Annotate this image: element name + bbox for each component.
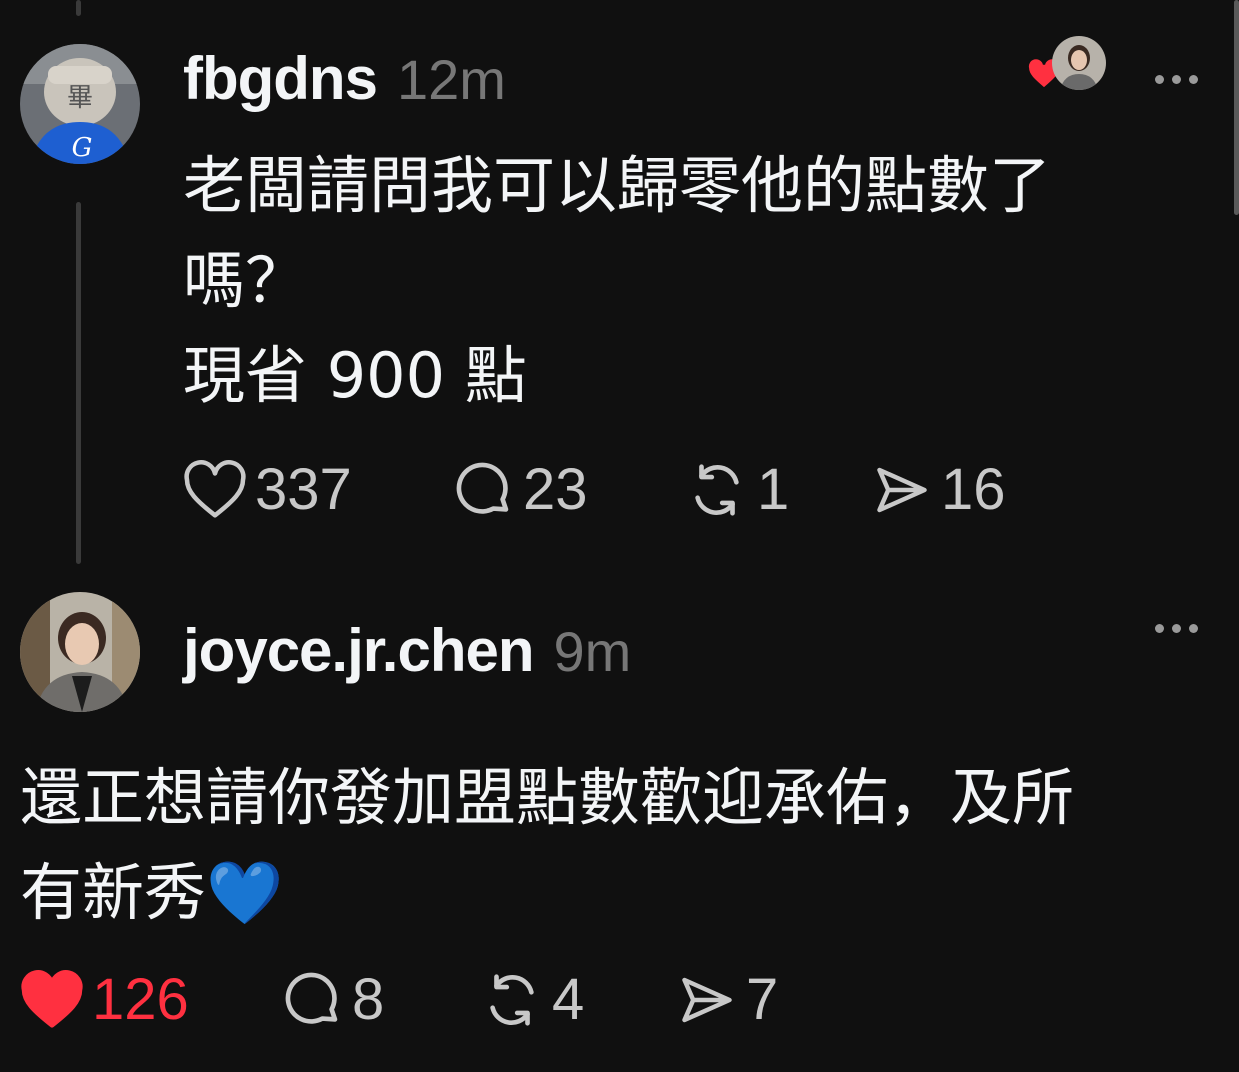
timestamp: 9m: [553, 620, 632, 683]
comment-button[interactable]: 8: [282, 966, 480, 1033]
comment-icon: [456, 462, 509, 514]
comment-count: 8: [352, 967, 385, 1032]
reply-text: 還正想請你發加盟點數歡迎承佑，及所 有新秀💙: [20, 750, 1074, 940]
like-button[interactable]: 126: [20, 966, 282, 1033]
svg-text:畢: 畢: [67, 83, 93, 113]
more-options-icon[interactable]: [1155, 624, 1198, 633]
share-button[interactable]: 7: [676, 966, 778, 1033]
reply-text-line: 有新秀💙: [20, 856, 284, 929]
repost-icon: [490, 973, 534, 1026]
reply-header: joyce.jr.chen 9m: [183, 616, 631, 685]
reply-actions: 126 8 4 7: [20, 966, 778, 1033]
username[interactable]: fbgdns: [183, 44, 378, 113]
scrollbar[interactable]: [1234, 0, 1239, 215]
post-header: fbgdns 12m: [183, 44, 506, 113]
post-text-line: 嗎？: [183, 244, 308, 317]
like-count: 126: [92, 967, 189, 1032]
like-count: 337: [255, 457, 352, 522]
repost-icon: [695, 463, 739, 516]
avatar[interactable]: [20, 592, 140, 712]
thread-line: [76, 0, 81, 16]
comment-button[interactable]: 23: [453, 456, 685, 523]
repost-count: 1: [757, 457, 790, 522]
share-count: 7: [746, 967, 779, 1032]
svg-text:G: G: [72, 133, 93, 163]
share-button[interactable]: 16: [871, 456, 1006, 523]
comment-icon: [285, 972, 338, 1024]
repost-count: 4: [552, 967, 585, 1032]
post-text-line: 現省 900 點: [183, 339, 527, 412]
liker-avatar[interactable]: [1052, 36, 1106, 90]
avatar[interactable]: 畢 G: [20, 44, 140, 164]
more-options-icon[interactable]: [1155, 75, 1198, 84]
repost-button[interactable]: 1: [685, 456, 871, 523]
share-count: 16: [941, 457, 1006, 522]
post-text-line: 老闆請問我可以歸零他的點數了: [183, 149, 1052, 222]
heart-icon: [184, 459, 246, 518]
comment-count: 23: [523, 457, 588, 522]
like-button[interactable]: 337: [183, 456, 453, 523]
share-icon: [877, 467, 927, 512]
repost-button[interactable]: 4: [480, 966, 676, 1033]
post-text: 老闆請問我可以歸零他的點數了 嗎？ 現省 900 點: [183, 138, 1051, 423]
thread-line: [76, 202, 81, 564]
post-actions: 337 23 1 16: [183, 456, 1006, 523]
heart-filled-icon: [21, 969, 83, 1028]
timestamp: 12m: [396, 48, 506, 111]
reply-text-line: 還正想請你發加盟點數歡迎承佑，及所: [20, 761, 1075, 834]
share-icon: [682, 977, 732, 1022]
username[interactable]: joyce.jr.chen: [183, 616, 535, 685]
